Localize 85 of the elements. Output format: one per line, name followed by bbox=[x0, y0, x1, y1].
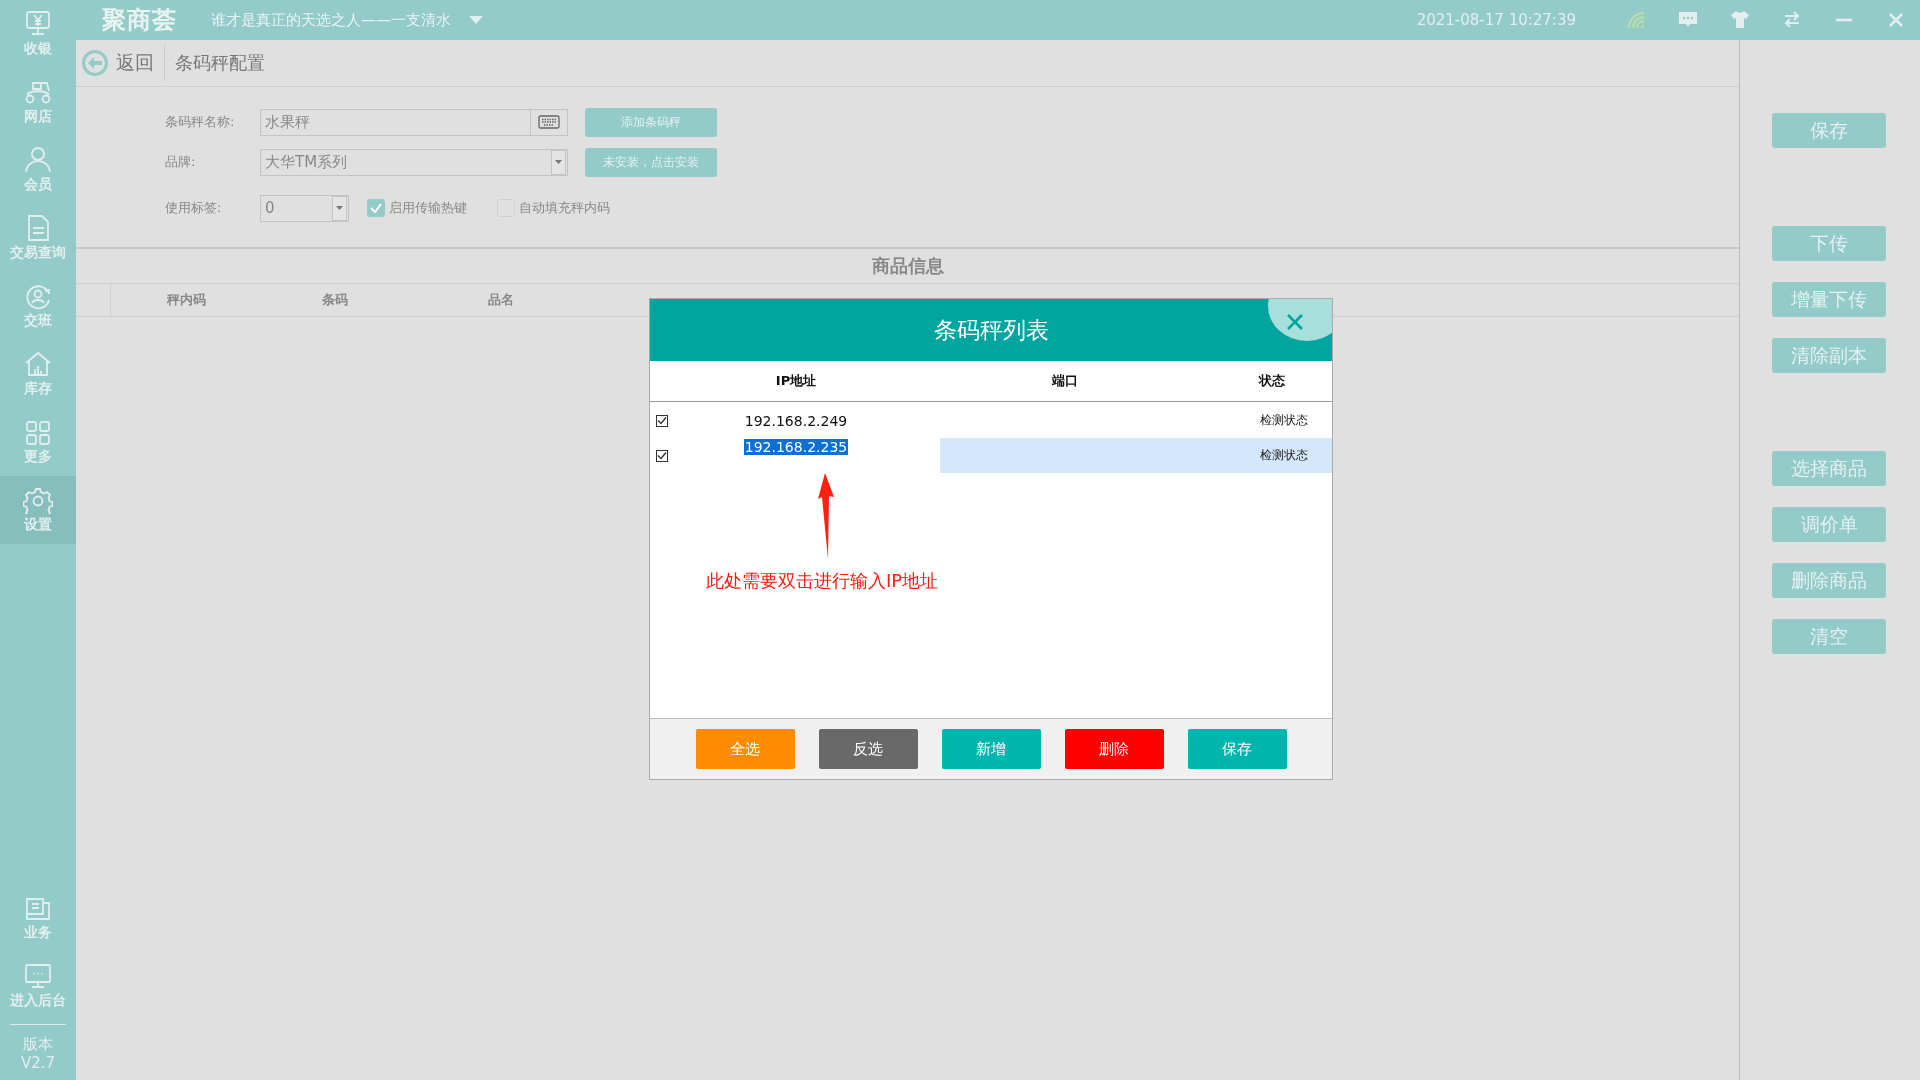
settings-icon bbox=[23, 486, 53, 514]
sidebar-item[interactable]: 交班 bbox=[0, 272, 76, 340]
section-title: 商品信息 bbox=[76, 249, 1739, 284]
keyboard-icon bbox=[538, 115, 560, 129]
side-button[interactable]: 选择商品 bbox=[1772, 451, 1886, 486]
side-button[interactable]: 删除商品 bbox=[1772, 563, 1886, 598]
status-cell: 检测状态 bbox=[1260, 447, 1308, 464]
side-button[interactable]: 调价单 bbox=[1772, 507, 1886, 542]
sidebar-item[interactable]: 库存 bbox=[0, 340, 76, 408]
dialog-button[interactable]: 反选 bbox=[818, 729, 918, 769]
monitor-icon bbox=[23, 10, 53, 38]
ip-address-cell[interactable]: 192.168.2.249 bbox=[743, 412, 849, 429]
ip-address-cell[interactable]: 192.168.2.235 bbox=[743, 439, 849, 455]
checkbox-label: 启用传输热键 bbox=[389, 199, 467, 217]
dialog-button[interactable]: 删除 bbox=[1064, 729, 1164, 769]
sidebar-item[interactable]: 会员 bbox=[0, 136, 76, 204]
add-scale-button[interactable]: 添加条码秤 bbox=[585, 107, 717, 137]
caret-icon bbox=[555, 160, 562, 164]
side-button[interactable]: 增量下传 bbox=[1772, 282, 1886, 317]
page-title: 条码秤配置 bbox=[175, 51, 265, 75]
check-icon bbox=[370, 203, 382, 213]
sidebar-label: 更多 bbox=[24, 448, 52, 466]
person-circle-icon bbox=[23, 282, 53, 310]
install-button[interactable]: 未安装，点击安装 bbox=[585, 147, 717, 177]
check-icon bbox=[657, 451, 667, 460]
sidebar-label: 设置 bbox=[24, 516, 52, 534]
person-icon bbox=[23, 146, 53, 174]
sidebar-label: 网店 bbox=[24, 108, 52, 126]
side-button[interactable]: 清空 bbox=[1772, 619, 1886, 654]
side-button[interactable]: 保存 bbox=[1772, 113, 1886, 148]
brand-dropdown[interactable]: 大华TM系列 bbox=[260, 148, 568, 176]
sidebar-label: 库存 bbox=[24, 380, 52, 398]
close-icon bbox=[1286, 313, 1304, 331]
back-icon bbox=[82, 50, 108, 76]
sidebar-item[interactable]: 进入后台 bbox=[0, 952, 76, 1020]
sidebar-item[interactable]: 收银 bbox=[0, 0, 76, 68]
checkbox-label: 自动填充秤内码 bbox=[519, 199, 610, 217]
sidebar-label: 交易查询 bbox=[10, 244, 66, 262]
monitor-icon bbox=[23, 962, 53, 990]
sidebar-item[interactable]: 设置 bbox=[0, 476, 76, 544]
checkbox[interactable] bbox=[656, 449, 668, 462]
sidebar-label: 进入后台 bbox=[10, 992, 66, 1010]
sidebar-label: 交班 bbox=[24, 312, 52, 330]
dialog-button[interactable]: 新增 bbox=[941, 729, 1041, 769]
column-header: 状态 bbox=[1257, 372, 1286, 390]
checkbox[interactable] bbox=[656, 414, 668, 427]
sidebar-item[interactable]: 业务 bbox=[0, 884, 76, 952]
dropdown-icon bbox=[469, 16, 483, 24]
checkbox[interactable] bbox=[367, 199, 385, 217]
grid-icon bbox=[23, 418, 53, 446]
shirt-icon[interactable] bbox=[1730, 10, 1750, 30]
tag-dropdown[interactable]: 0 bbox=[260, 194, 349, 222]
sidebar-label: 会员 bbox=[24, 176, 52, 194]
sidebar-item[interactable]: 更多 bbox=[0, 408, 76, 476]
back-button[interactable]: 返回 bbox=[82, 50, 154, 76]
dialog-button[interactable]: 全选 bbox=[695, 729, 795, 769]
column-header: 品名 bbox=[487, 291, 515, 309]
check-icon bbox=[657, 416, 667, 425]
dialog-button[interactable]: 保存 bbox=[1187, 729, 1287, 769]
dialog-title: 条码秤列表 bbox=[933, 315, 1049, 345]
version-label: 版本 bbox=[23, 1035, 53, 1054]
column-header: 秤内码 bbox=[165, 291, 207, 309]
date-time: 2021-08-17 10:27:39 bbox=[1416, 11, 1576, 29]
name-field[interactable]: 水果秤 bbox=[260, 108, 568, 136]
annotation-text: 此处需要双击进行输入IP地址 bbox=[706, 569, 939, 593]
field-label: 条码秤名称: bbox=[165, 113, 236, 131]
version-number: V2.7 bbox=[20, 1054, 56, 1072]
swap-icon[interactable] bbox=[1782, 10, 1802, 30]
column-header: IP地址 bbox=[774, 372, 818, 390]
side-button[interactable]: 清除副本 bbox=[1772, 338, 1886, 373]
sidebar-item[interactable]: 网店 bbox=[0, 68, 76, 136]
wifi-icon[interactable] bbox=[1626, 10, 1646, 30]
column-header: 条码 bbox=[321, 291, 349, 309]
field-label: 品牌: bbox=[165, 153, 197, 171]
app-logo: 聚商荟 bbox=[102, 5, 177, 36]
field-label: 使用标签: bbox=[165, 199, 223, 217]
sidebar-item[interactable]: 交易查询 bbox=[0, 204, 76, 272]
caret-icon bbox=[336, 206, 343, 210]
sidebar-label: 收银 bbox=[24, 40, 52, 58]
store-name[interactable]: 谁才是真正的天选之人——一支清水 bbox=[211, 10, 451, 30]
column-header: 端口 bbox=[1050, 372, 1079, 390]
sidebar-label: 业务 bbox=[24, 924, 52, 942]
status-cell: 检测状态 bbox=[1260, 412, 1308, 429]
house-icon bbox=[23, 350, 53, 378]
side-button[interactable]: 下传 bbox=[1772, 226, 1886, 261]
